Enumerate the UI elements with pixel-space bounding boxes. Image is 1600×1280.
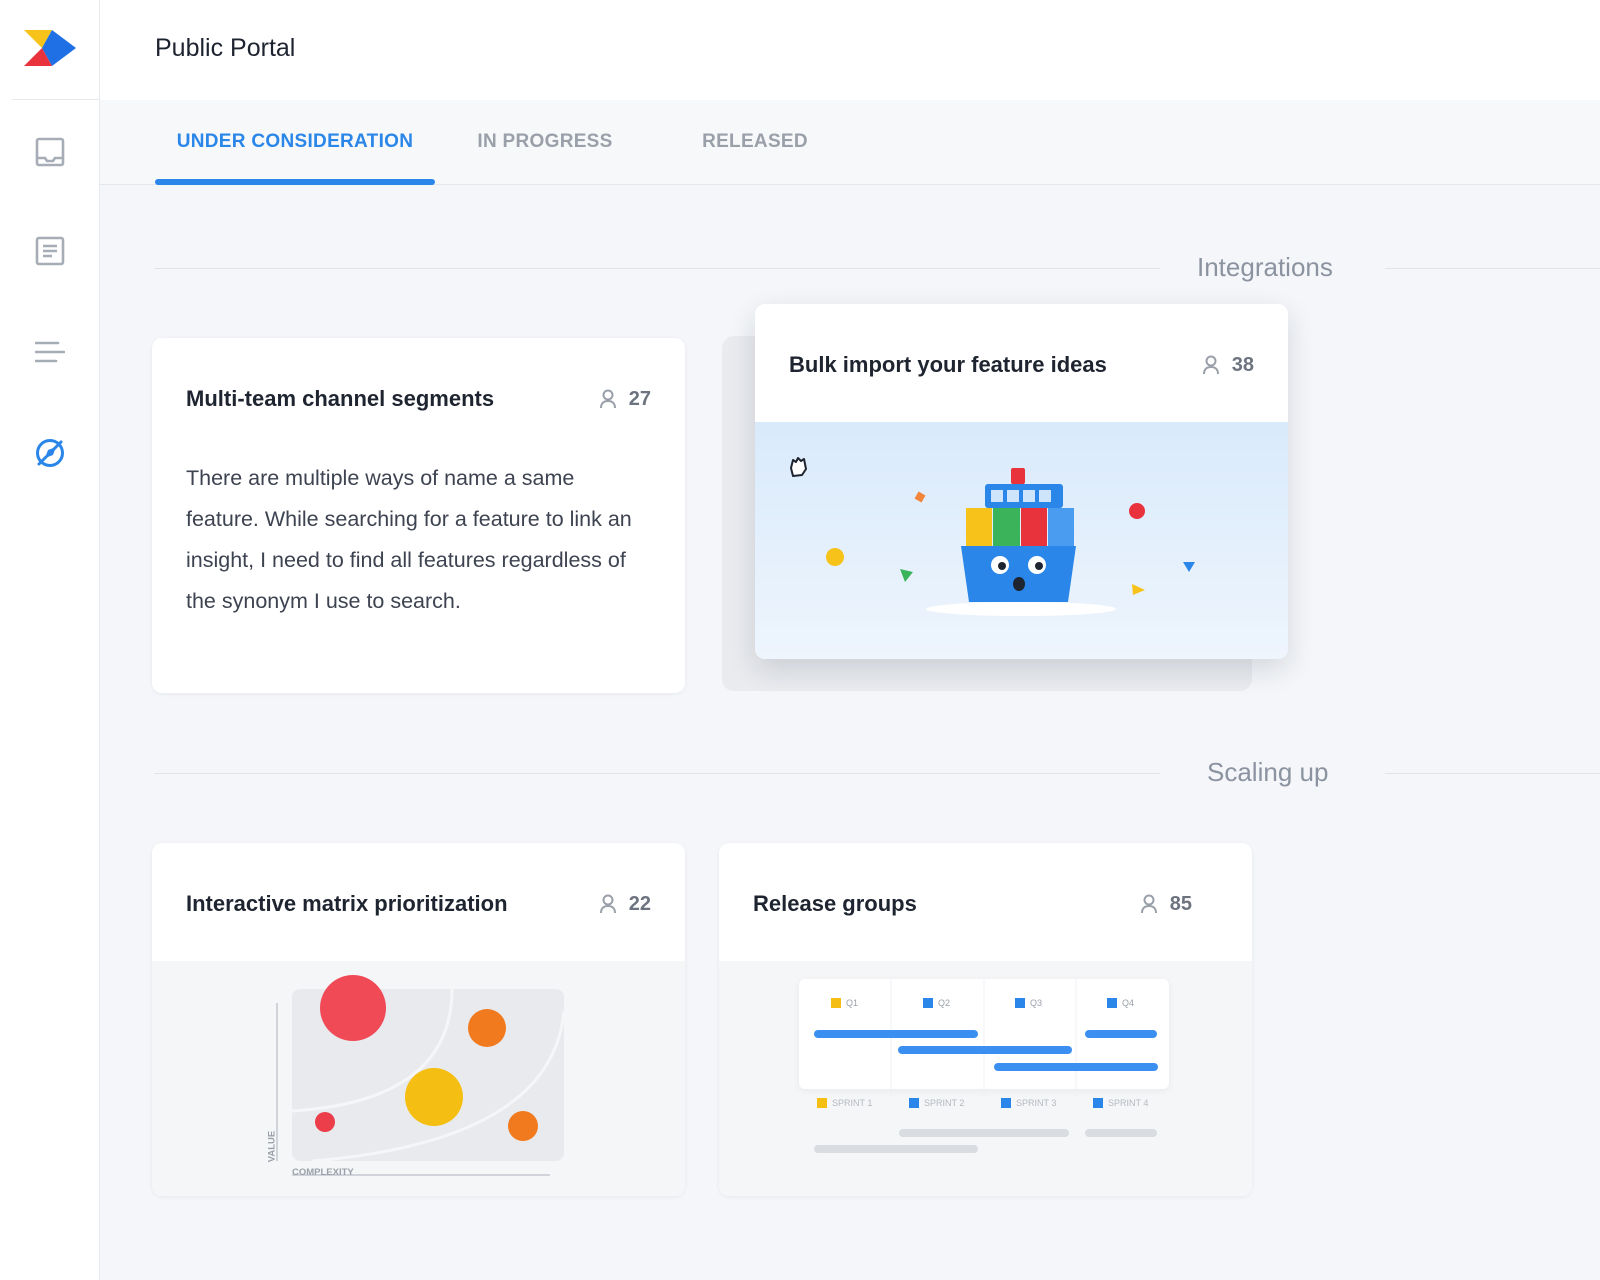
page-title: Public Portal — [155, 34, 296, 62]
vote-count[interactable]: 27 — [599, 388, 651, 411]
lines-icon — [35, 341, 65, 363]
vote-number: 85 — [1169, 892, 1192, 915]
vote-number: 27 — [628, 387, 651, 410]
vote-count[interactable]: 22 — [599, 893, 651, 916]
vote-number: 38 — [1231, 353, 1254, 376]
user-icon — [1202, 355, 1219, 375]
vote-count[interactable]: 38 — [1202, 354, 1254, 377]
sidebar — [0, 0, 100, 1280]
sidebar-item-document[interactable] — [26, 227, 74, 275]
quarter-label: Q3 — [1030, 998, 1043, 1008]
sidebar-item-inbox[interactable] — [26, 128, 74, 176]
card-title: Multi-team channel segments — [186, 386, 495, 411]
tab-bar: UNDER CONSIDERATION IN PROGRESS RELEASED — [100, 100, 1600, 185]
sidebar-divider — [12, 99, 100, 100]
section-divider — [1385, 773, 1600, 774]
y-axis-label: VALUE — [266, 1130, 278, 1163]
card-description: There are multiple ways of name a same f… — [186, 466, 632, 613]
card-title: Interactive matrix prioritization — [186, 891, 508, 916]
sprint-label: SPRINT 3 — [1016, 1098, 1057, 1108]
tab-under-consideration[interactable]: UNDER CONSIDERATION — [155, 100, 435, 185]
release-timeline-illustration: Q1 Q2 Q3 Q4 SPRINT 1 SPRINT 2 SPRINT 3 S… — [719, 961, 1252, 1196]
section-divider — [1385, 268, 1600, 269]
top-bar: Public Portal — [100, 0, 1600, 100]
sprint-label: SPRINT 1 — [832, 1098, 873, 1108]
card-title: Bulk import your feature ideas — [789, 352, 1107, 377]
active-tab-indicator — [155, 179, 435, 185]
section-label-integrations: Integrations — [1197, 252, 1333, 282]
x-axis-label: COMPLEXITY — [292, 1167, 354, 1178]
quarter-label: Q1 — [846, 998, 859, 1008]
inbox-icon — [35, 137, 65, 167]
section-label-scaling-up: Scaling up — [1207, 757, 1329, 787]
section-divider — [154, 773, 1160, 774]
feature-card[interactable]: Multi-team channel segments 27 There are… — [152, 338, 685, 693]
feature-card[interactable]: Interactive matrix prioritization 22 COM… — [152, 843, 685, 1196]
sidebar-item-list[interactable] — [26, 328, 74, 376]
sprint-label: SPRINT 4 — [1108, 1098, 1149, 1108]
vote-number: 22 — [628, 892, 651, 915]
quarter-label: Q4 — [1122, 998, 1135, 1008]
card-title: Release groups — [753, 891, 917, 916]
tab-in-progress[interactable]: IN PROGRESS — [475, 100, 615, 185]
document-icon — [35, 236, 65, 266]
matrix-illustration: COMPLEXITY VALUE — [152, 961, 685, 1196]
vote-count[interactable]: 85 — [1140, 893, 1192, 916]
user-icon — [599, 894, 616, 914]
compass-icon — [36, 439, 64, 467]
user-icon — [599, 389, 616, 409]
quarter-label: Q2 — [938, 998, 951, 1008]
feature-card-dragging[interactable]: Bulk import your feature ideas 38 — [755, 304, 1288, 659]
tab-released[interactable]: RELEASED — [695, 100, 815, 185]
brand-logo[interactable] — [22, 28, 78, 68]
cargo-ship-illustration — [755, 422, 1288, 659]
feature-card[interactable]: Release groups 85 Q1 Q2 Q3 Q4 SPRINT 1 S… — [719, 843, 1252, 1196]
sprint-label: SPRINT 2 — [924, 1098, 965, 1108]
user-icon — [1140, 894, 1157, 914]
section-divider — [154, 268, 1160, 269]
sidebar-item-portal[interactable] — [26, 429, 74, 477]
